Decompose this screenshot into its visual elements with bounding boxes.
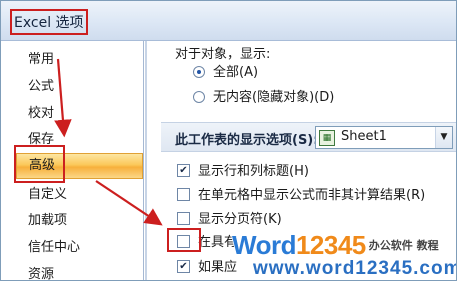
title-bar: Excel 选项: [1, 1, 456, 41]
sidebar-item-common[interactable]: 常用: [1, 47, 143, 73]
checkbox-checked-icon: ✔: [177, 260, 190, 273]
checkbox-checked-icon: ✔: [177, 164, 190, 177]
checkbox-unchecked-icon: [177, 188, 190, 201]
objects-section-label: 对于对象，显示:: [175, 47, 271, 62]
sidebar-item-resources[interactable]: 资源: [1, 262, 143, 280]
worksheet-icon: ▦: [319, 130, 335, 146]
sheet-options-label: 此工作表的显示选项(S):: [175, 133, 319, 148]
sidebar-item-customize[interactable]: 自定义: [1, 182, 143, 208]
radio-show-all[interactable]: 全部(A): [193, 64, 258, 82]
sheet-select[interactable]: ▦ Sheet1 ▼: [315, 126, 453, 149]
checkbox-page-breaks[interactable]: 显示分页符(K): [177, 211, 282, 229]
checkbox-outline-symbols[interactable]: ✔ 如果应: [177, 259, 237, 277]
sidebar-item-formulas[interactable]: 公式: [1, 74, 143, 100]
radio-show-all-label: 全部(A): [213, 65, 259, 80]
checkbox-unchecked-icon: [177, 212, 190, 225]
checkbox-show-formulas-label: 在单元格中显示公式而非其计算结果(R): [198, 188, 426, 203]
radio-checked-icon: [193, 65, 205, 78]
sidebar-item-trust-center[interactable]: 信任中心: [1, 235, 143, 261]
checkbox-zero-values[interactable]: 在具有: [177, 234, 237, 252]
sidebar-item-save[interactable]: 保存: [1, 127, 143, 153]
watermark-cn: 办公软件 教程: [368, 239, 439, 252]
chevron-down-icon[interactable]: ▼: [435, 127, 452, 148]
radio-unchecked-icon: [193, 90, 205, 103]
watermark-url: www.word12345.com: [247, 257, 456, 280]
dialog-title: Excel 选项: [10, 9, 88, 35]
checkbox-show-headers[interactable]: ✔ 显示行和列标题(H): [177, 163, 309, 181]
checkbox-outline-symbols-label: 如果应: [198, 260, 238, 275]
watermark-word: Word: [232, 229, 296, 260]
checkbox-show-formulas[interactable]: 在单元格中显示公式而非其计算结果(R): [177, 187, 425, 205]
sidebar-item-addins[interactable]: 加载项: [1, 208, 143, 234]
checkbox-page-breaks-label: 显示分页符(K): [198, 212, 282, 227]
radio-hide-objects[interactable]: 无内容(隐藏对象)(D): [193, 89, 334, 107]
radio-hide-objects-label: 无内容(隐藏对象)(D): [213, 90, 335, 105]
options-dialog: Excel 选项 常用 公式 校对 保存 高级 自定义 加载项 信任中心 资源 …: [0, 0, 457, 281]
sheet-select-value: Sheet1: [341, 129, 387, 144]
checkbox-show-headers-label: 显示行和列标题(H): [198, 164, 309, 179]
sidebar-item-proofing[interactable]: 校对: [1, 101, 143, 127]
watermark-logo: Word 12345 办公软件 教程: [232, 229, 456, 260]
checkbox-unchecked-icon: [177, 235, 190, 248]
sidebar: 常用 公式 校对 保存 高级 自定义 加载项 信任中心 资源: [1, 41, 144, 280]
watermark-number: 12345: [295, 229, 366, 260]
sheet-options-band: 此工作表的显示选项(S): ▦ Sheet1 ▼: [161, 122, 456, 152]
sidebar-item-advanced[interactable]: 高级: [16, 153, 143, 179]
